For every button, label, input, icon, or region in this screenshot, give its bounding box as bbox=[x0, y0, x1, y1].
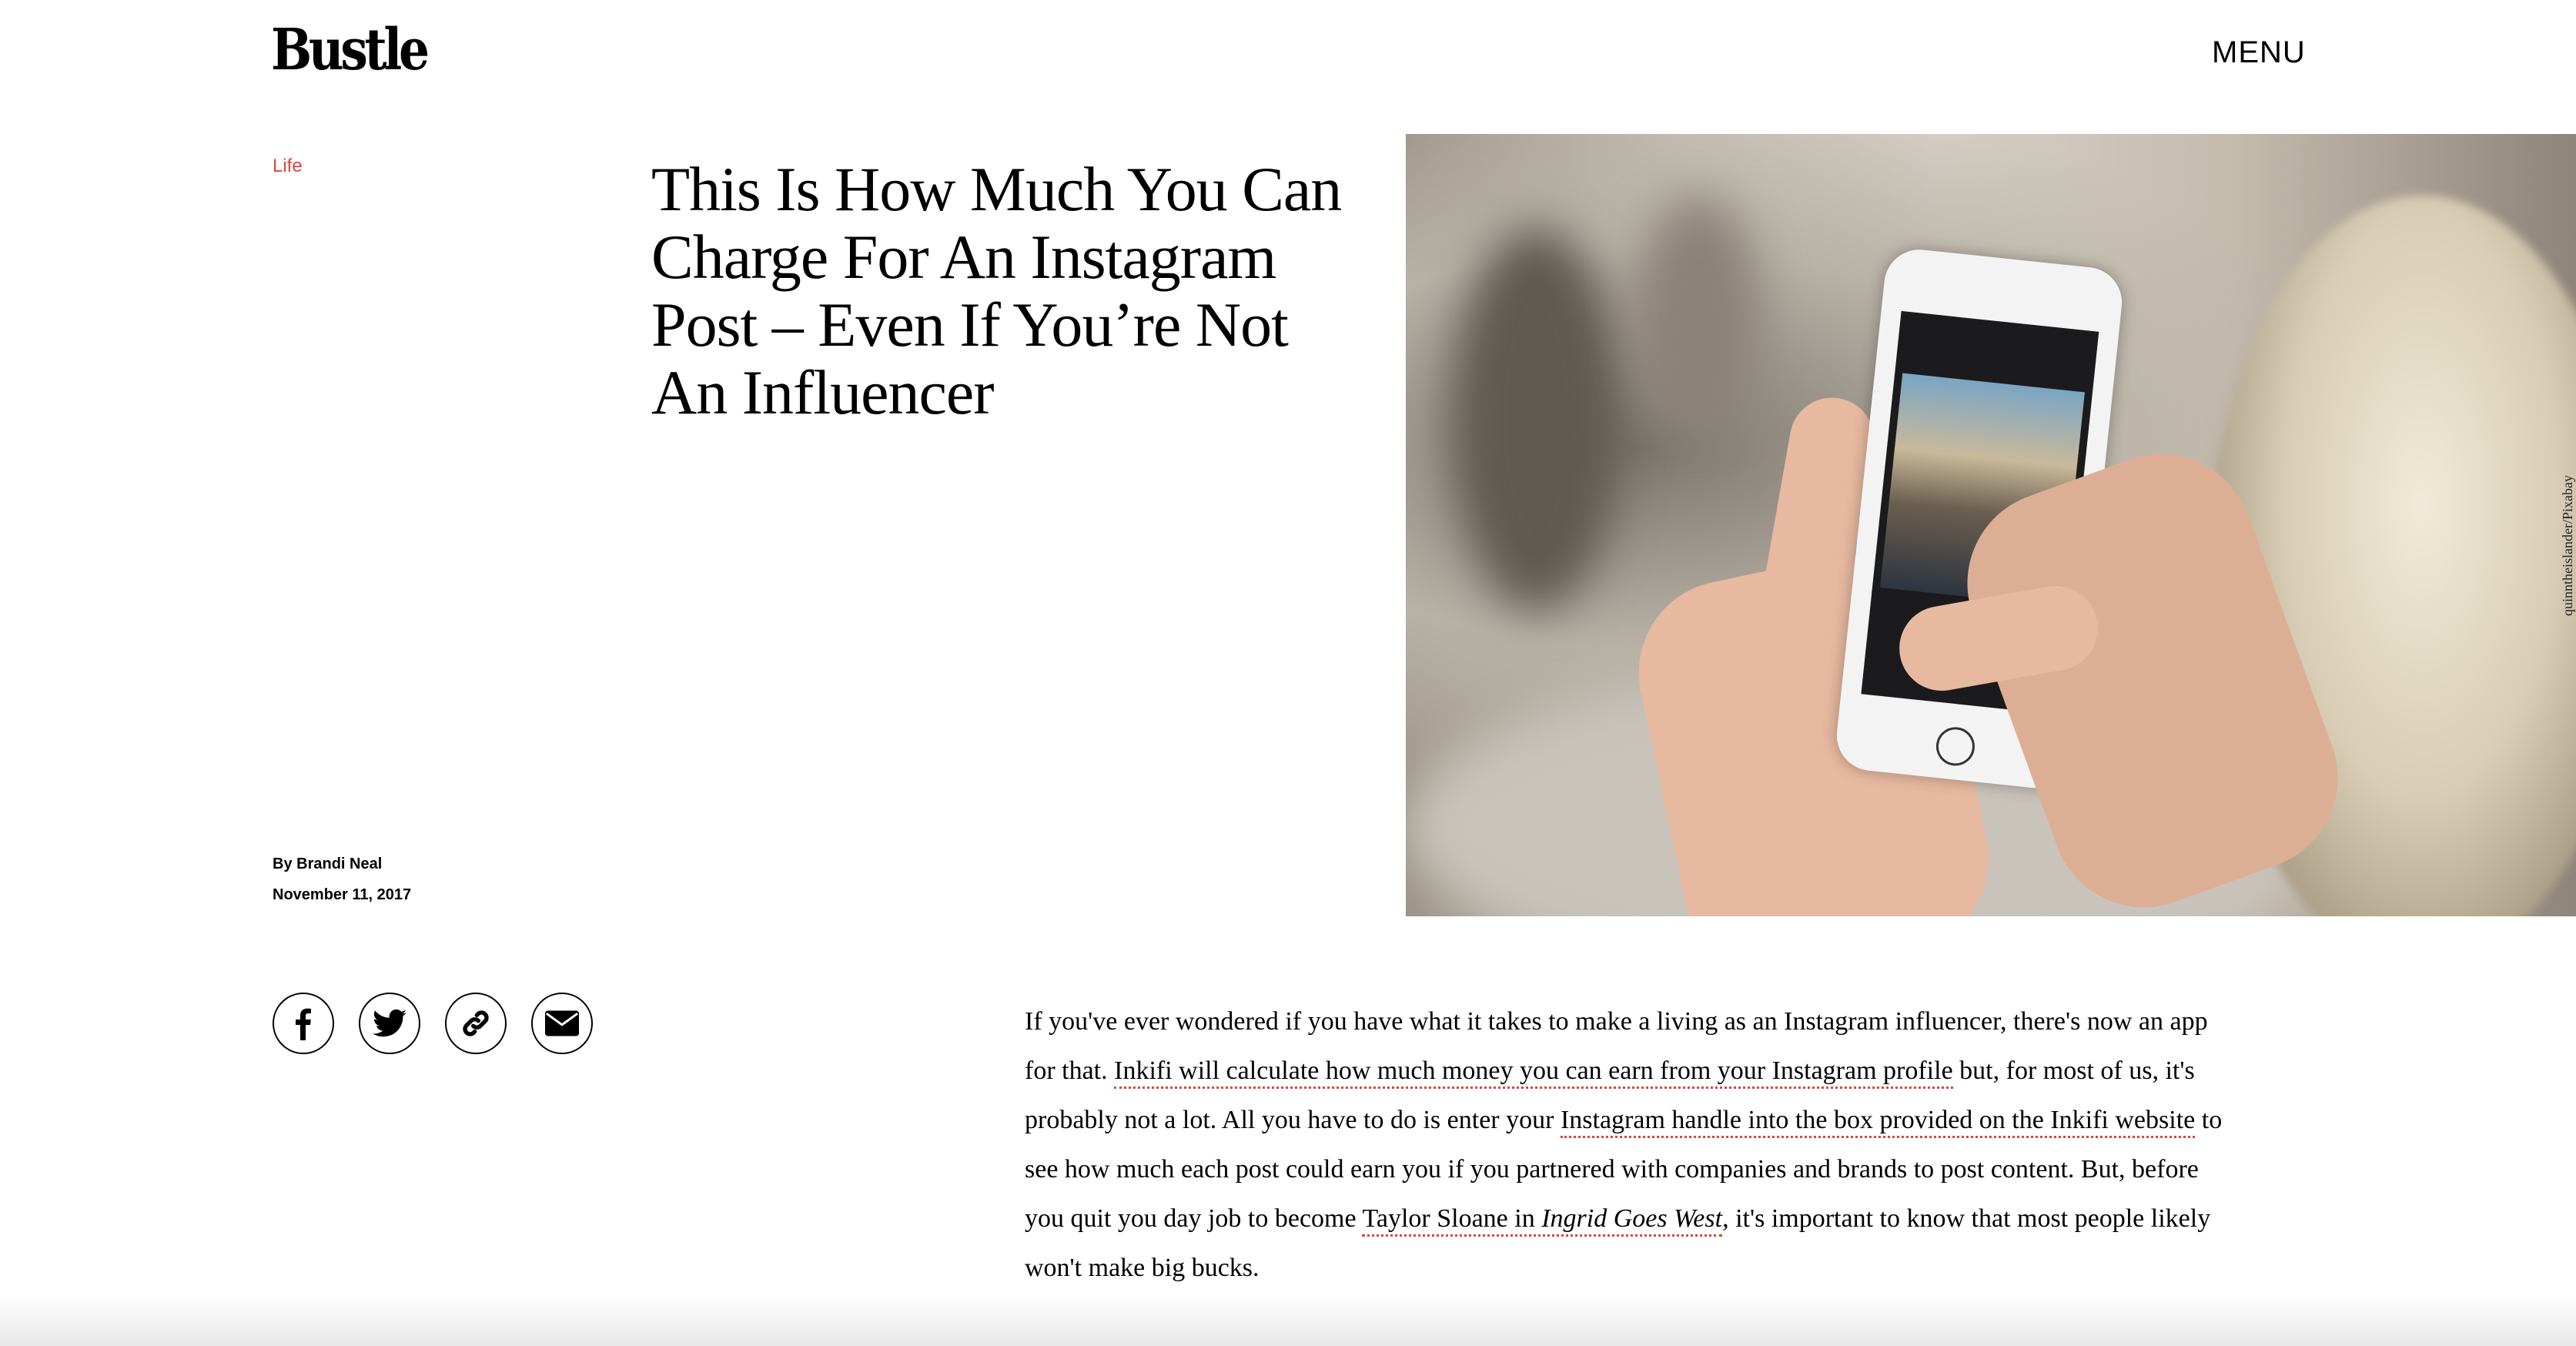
link-icon bbox=[463, 1010, 489, 1036]
facebook-icon bbox=[296, 1008, 311, 1040]
link-title-italic: Ingrid Goes West bbox=[1541, 1204, 1723, 1233]
byline: By Brandi Neal bbox=[273, 855, 382, 873]
inkifi-link[interactable]: Inkifi will calculate how much money you… bbox=[1114, 1056, 1953, 1089]
article-title: This Is How Much You Can Charge For An I… bbox=[651, 154, 1342, 427]
byline-prefix: By bbox=[273, 855, 293, 872]
inkifi-website-link[interactable]: Instagram handle into the box provided o… bbox=[1560, 1106, 2196, 1138]
image-credit: quinntheislander/Pixabay bbox=[2560, 475, 2575, 616]
category-link[interactable]: Life bbox=[273, 156, 303, 177]
publish-date: November 11, 2017 bbox=[273, 886, 412, 903]
share-link-button[interactable] bbox=[445, 993, 507, 1054]
author-link[interactable]: Brandi Neal bbox=[296, 855, 382, 872]
article-body: If you've ever wondered if you have what… bbox=[1025, 997, 2226, 1293]
share-facebook-button[interactable] bbox=[273, 993, 334, 1054]
share-bar bbox=[273, 993, 593, 1054]
hero-image bbox=[1406, 134, 2576, 916]
link-text: Taylor Sloane in bbox=[1362, 1204, 1542, 1233]
twitter-icon bbox=[373, 1009, 406, 1037]
share-email-button[interactable] bbox=[531, 993, 593, 1054]
menu-button[interactable]: MENU bbox=[2212, 35, 2306, 70]
bustle-logo[interactable]: Bustle bbox=[271, 17, 430, 83]
share-twitter-button[interactable] bbox=[359, 993, 420, 1054]
email-icon bbox=[545, 1010, 579, 1036]
bottom-shadow bbox=[0, 1294, 2576, 1346]
ingrid-goes-west-link[interactable]: Taylor Sloane in Ingrid Goes West bbox=[1362, 1204, 1723, 1237]
